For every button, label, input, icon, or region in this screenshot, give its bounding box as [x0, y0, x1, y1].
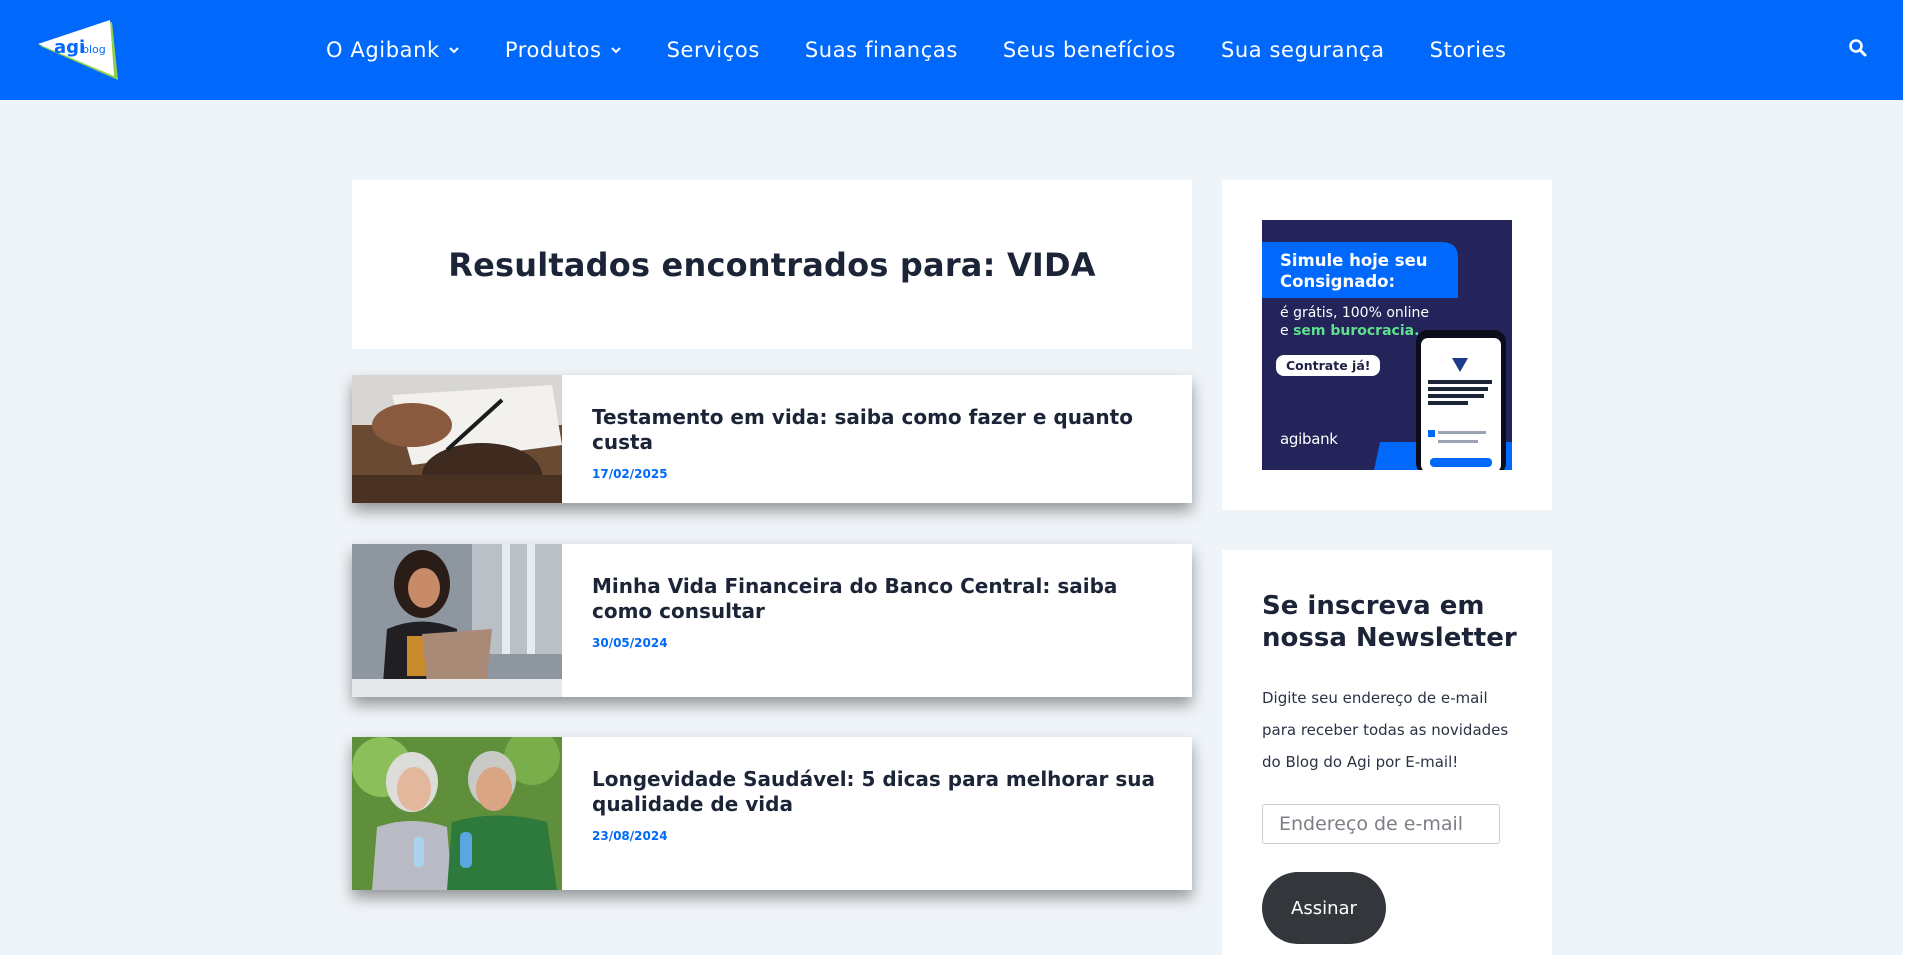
post-title[interactable]: Testamento em vida: saiba como fazer e q… — [592, 405, 1168, 455]
post-date: 17/02/2025 — [592, 467, 668, 481]
newsletter-widget: Se inscreva em nossa Newsletter Digite s… — [1222, 550, 1552, 955]
post-date: 23/08/2024 — [592, 829, 668, 843]
post-date: 30/05/2024 — [592, 636, 668, 650]
logo-icon: agi blog — [38, 20, 118, 80]
post-title[interactable]: Minha Vida Financeira do Banco Central: … — [592, 574, 1168, 624]
newsletter-title: Se inscreva em nossa Newsletter — [1262, 591, 1517, 653]
main-nav: O Agibank Produtos Serviços Suas finança… — [326, 0, 1552, 100]
nav-item-servicos[interactable]: Serviços — [667, 38, 760, 62]
site-header: agi blog O Agibank Produtos Serviços Sua… — [0, 0, 1903, 100]
svg-text:agi: agi — [54, 37, 85, 58]
chevron-down-icon — [449, 47, 459, 54]
post-title[interactable]: Longevidade Saudável: 5 dicas para melho… — [592, 767, 1168, 817]
post-card[interactable]: Minha Vida Financeira do Banco Central: … — [352, 544, 1192, 697]
nav-item-label: Produtos — [504, 38, 602, 62]
nav-item-label: Suas finanças — [804, 38, 958, 62]
nav-item-label: Stories — [1429, 38, 1507, 62]
email-field[interactable] — [1262, 804, 1500, 844]
page-title: Resultados encontrados para: VIDA — [448, 245, 1096, 284]
nav-item-label: Seus benefícios — [1002, 38, 1176, 62]
ad-cta-button[interactable]: Contrate já! — [1276, 355, 1381, 376]
subscribe-button[interactable]: Assinar — [1262, 872, 1386, 944]
chevron-down-icon — [610, 47, 621, 54]
search-icon — [1849, 39, 1867, 57]
senior-couple-image — [352, 737, 562, 890]
nav-item-label: O Agibank — [326, 38, 440, 62]
post-card[interactable]: Longevidade Saudável: 5 dicas para melho… — [352, 737, 1192, 890]
ad-title: Simule hoje seu Consignado: — [1280, 251, 1428, 291]
nav-item-sua-seguranca[interactable]: Sua segurança — [1221, 38, 1385, 62]
woman-laptop-image — [352, 544, 562, 697]
nav-item-label: Sua segurança — [1220, 38, 1385, 62]
post-body: Testamento em vida: saiba como fazer e q… — [562, 375, 1192, 503]
ad-subtitle-highlight: sem burocracia. — [1293, 323, 1420, 339]
nav-item-seus-beneficios[interactable]: Seus benefícios — [1003, 38, 1176, 62]
post-thumbnail[interactable] — [352, 737, 562, 890]
newsletter-description: Digite seu endereço de e-mail para receb… — [1262, 689, 1509, 771]
search-results-header: Resultados encontrados para: VIDA — [352, 180, 1192, 349]
post-card[interactable]: Testamento em vida: saiba como fazer e q… — [352, 375, 1192, 503]
page-scrollbar[interactable] — [1903, 0, 1920, 955]
svg-text:blog: blog — [82, 43, 106, 56]
post-body: Minha Vida Financeira do Banco Central: … — [562, 544, 1192, 697]
document-signing-image — [352, 375, 562, 503]
sidebar-ad-widget: Simule hoje seu Consignado: é grátis, 10… — [1222, 180, 1552, 510]
nav-item-stories[interactable]: Stories — [1430, 38, 1507, 62]
consignado-ad-banner[interactable]: Simule hoje seu Consignado: é grátis, 10… — [1262, 220, 1512, 470]
nav-item-produtos[interactable]: Produtos — [505, 38, 622, 62]
ad-brand-logo: agibank — [1280, 430, 1338, 448]
agiblog-logo[interactable]: agi blog — [36, 18, 118, 80]
ad-subtitle: é grátis, 100% online e sem burocracia. — [1280, 304, 1440, 340]
nav-item-suas-financas[interactable]: Suas finanças — [805, 38, 958, 62]
nav-item-label: Serviços — [666, 38, 760, 62]
nav-item-o-agibank[interactable]: O Agibank — [326, 38, 460, 62]
search-button[interactable] — [1848, 38, 1868, 58]
post-thumbnail[interactable] — [352, 544, 562, 697]
post-thumbnail[interactable] — [352, 375, 562, 503]
post-body: Longevidade Saudável: 5 dicas para melho… — [562, 737, 1192, 890]
